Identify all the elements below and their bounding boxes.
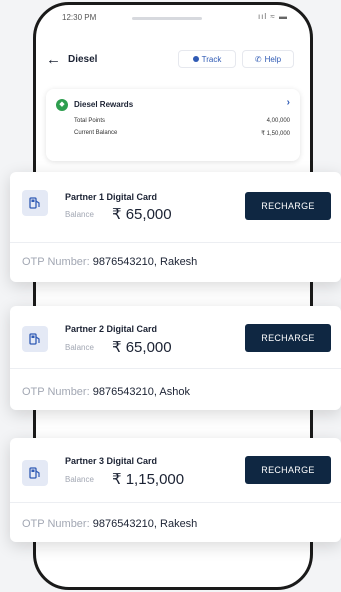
balance-label: Balance [65, 210, 94, 219]
help-button[interactable]: ✆ Help [242, 50, 294, 68]
otp-label: OTP Number: [22, 386, 90, 398]
balance-label: Balance [65, 475, 94, 484]
location-dot-icon [192, 56, 199, 62]
divider [10, 242, 341, 243]
otp-value: 9876543210, Rakesh [92, 518, 198, 530]
recharge-button[interactable]: RECHARGE [245, 192, 331, 220]
rewards-card[interactable]: ◆ Diesel Rewards › Total Points 4,00,000… [46, 89, 300, 161]
rewards-row-label: Current Balance [74, 130, 118, 136]
otp-row: OTP Number: 9876543210, Ashok [22, 386, 190, 398]
rewards-row-label: Total Points [74, 118, 106, 124]
digital-card-partner-3: Partner 3 Digital Card Balance ₹ 1,15,00… [10, 438, 341, 542]
fuel-pump-icon [22, 326, 48, 352]
divider [10, 502, 341, 503]
recharge-button[interactable]: RECHARGE [245, 324, 331, 352]
track-label: Track [201, 54, 222, 64]
track-button[interactable]: Track [178, 50, 236, 68]
status-icons: ııl ≈ ▬ [257, 12, 288, 21]
otp-label: OTP Number: [22, 518, 90, 530]
otp-row: OTP Number: 9876543210, Rakesh [22, 518, 197, 530]
otp-value: 9876543210, Rakesh [92, 256, 198, 268]
balance-value: ₹ 65,000 [112, 339, 172, 356]
notch [132, 17, 202, 20]
card-name: Partner 2 Digital Card [65, 324, 158, 334]
otp-value: 9876543210, Ashok [92, 386, 190, 398]
card-name: Partner 3 Digital Card [65, 456, 158, 466]
arrow-left-icon[interactable]: ← [46, 50, 61, 70]
status-bar: 12:30 PM ııl ≈ ▬ [36, 5, 310, 35]
divider [10, 368, 341, 369]
rewards-row: Current Balance ₹ 1,50,000 [74, 130, 290, 137]
help-label: Help [264, 54, 282, 64]
fuel-pump-icon [22, 190, 48, 216]
balance-value: ₹ 1,15,000 [112, 471, 185, 488]
balance-value: ₹ 65,000 [112, 206, 172, 223]
digital-card-partner-2: Partner 2 Digital Card Balance ₹ 65,000 … [10, 306, 341, 410]
otp-label: OTP Number: [22, 256, 90, 268]
reward-badge-icon: ◆ [56, 99, 68, 111]
page-title: Diesel [68, 54, 98, 65]
balance-label: Balance [65, 343, 94, 352]
chevron-right-icon[interactable]: › [287, 97, 290, 108]
rewards-row-value: 4,00,000 [266, 118, 290, 124]
otp-row: OTP Number: 9876543210, Rakesh [22, 256, 197, 268]
rewards-row-value: ₹ 1,50,000 [261, 131, 290, 137]
recharge-button[interactable]: RECHARGE [245, 456, 331, 484]
card-name: Partner 1 Digital Card [65, 192, 158, 202]
digital-card-partner-1: Partner 1 Digital Card Balance ₹ 65,000 … [10, 172, 341, 282]
rewards-title: Diesel Rewards [74, 100, 134, 109]
app-header: ← Diesel Track ✆ Help [36, 47, 310, 79]
rewards-row: Total Points 4,00,000 [74, 118, 290, 124]
phone-icon: ✆ [254, 54, 262, 64]
status-time: 12:30 PM [62, 13, 97, 22]
fuel-pump-icon [22, 460, 48, 486]
